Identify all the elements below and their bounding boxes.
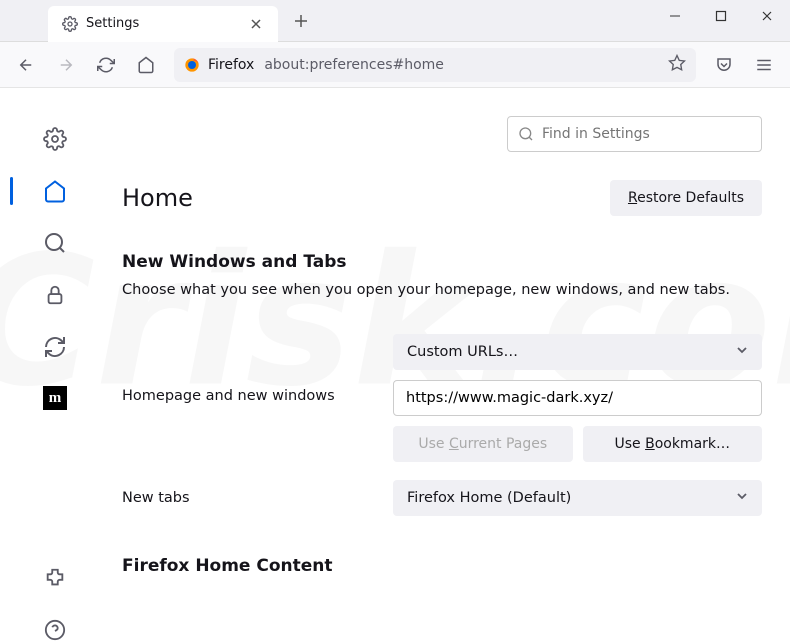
close-icon[interactable] [248,16,264,32]
new-tab-button[interactable] [286,6,316,36]
homepage-select[interactable]: Custom URLs… [393,334,762,370]
chevron-down-icon [736,490,748,506]
sidebar: m [0,88,110,643]
section-new-windows-desc: Choose what you see when you open your h… [122,282,762,298]
reload-button[interactable] [88,47,124,83]
homepage-url-input[interactable] [393,380,762,416]
homepage-select-label: Custom URLs… [407,344,518,360]
browser-tab[interactable]: Settings [48,6,278,42]
firefox-logo-icon [184,57,200,73]
back-button[interactable] [8,47,44,83]
sidebar-extensions-icon[interactable] [42,565,68,591]
minimize-button[interactable] [652,0,698,32]
section-new-windows-title: New Windows and Tabs [122,252,762,272]
close-window-button[interactable] [744,0,790,32]
homepage-label: Homepage and new windows [122,334,377,404]
search-icon [518,126,534,142]
newtabs-select-label: Firefox Home (Default) [407,490,571,506]
sidebar-privacy-icon[interactable] [42,282,68,308]
sidebar-help-icon[interactable] [42,617,68,643]
main-panel: Home Restore Defaults New Windows and Ta… [110,88,790,643]
urlbar-context: Firefox [208,57,254,73]
newtabs-select[interactable]: Firefox Home (Default) [393,480,762,516]
sidebar-home-icon[interactable] [42,178,68,204]
sidebar-more-icon[interactable]: m [43,386,67,410]
home-button[interactable] [128,47,164,83]
bookmark-star-icon[interactable] [668,54,686,76]
window-controls [652,0,790,42]
use-current-pages-button[interactable]: Use Current Pages [393,426,573,462]
sidebar-search-icon[interactable] [42,230,68,256]
content-area: m Home Restore Defaults New Windows and … [0,88,790,643]
restore-defaults-button[interactable]: Restore Defaults [610,180,762,216]
page-title: Home [122,184,193,212]
identity-box[interactable]: Firefox [184,57,254,73]
tab-title: Settings [86,16,240,31]
urlbar-url: about:preferences#home [264,57,658,73]
pocket-button[interactable] [706,47,742,83]
newtabs-label: New tabs [122,490,377,506]
search-settings-field[interactable] [507,116,762,152]
gear-icon [62,16,78,32]
titlebar: Settings [0,0,790,42]
search-settings-input[interactable] [542,126,751,142]
sidebar-general-icon[interactable] [42,126,68,152]
use-bookmark-button[interactable]: Use Bookmark… [583,426,763,462]
sidebar-sync-icon[interactable] [42,334,68,360]
forward-button [48,47,84,83]
maximize-button[interactable] [698,0,744,32]
section-firefox-home-title: Firefox Home Content [122,556,762,576]
toolbar: Firefox about:preferences#home [0,42,790,88]
url-bar[interactable]: Firefox about:preferences#home [174,48,696,82]
chevron-down-icon [736,344,748,360]
menu-button[interactable] [746,47,782,83]
